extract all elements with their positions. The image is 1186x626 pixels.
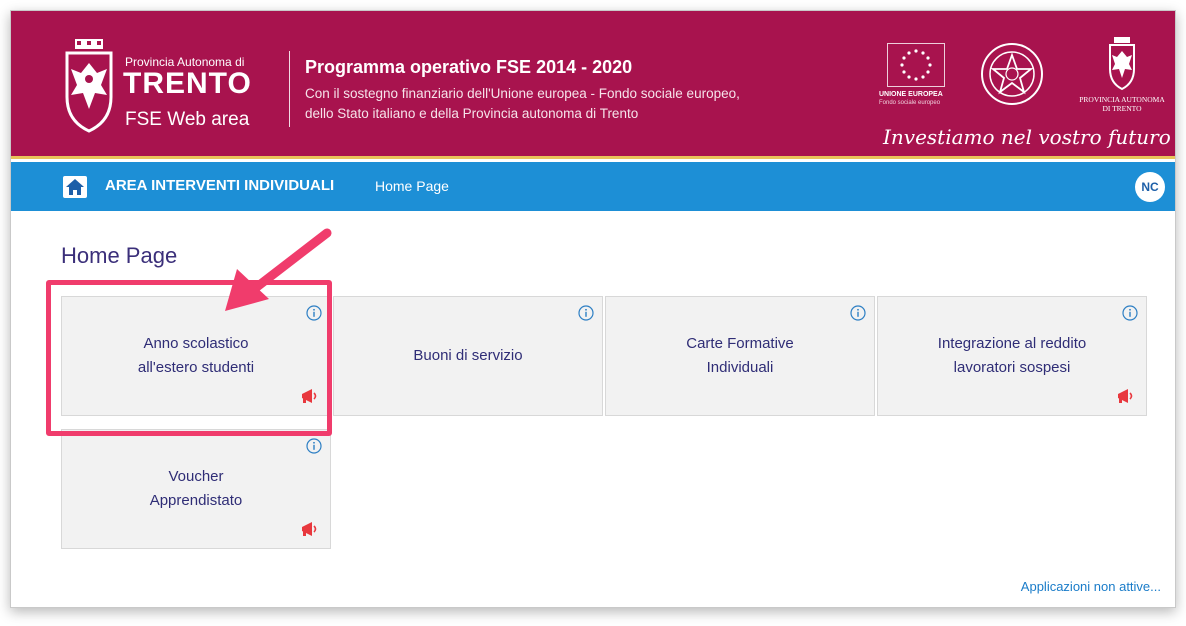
tile-integrazione-reddito[interactable]: Integrazione al reddito lavoratori sospe… xyxy=(877,296,1147,416)
eu-flag-icon xyxy=(887,43,945,87)
brand-title: TRENTO xyxy=(123,67,252,100)
brand-divider xyxy=(289,51,290,127)
eu-label: UNIONE EUROPEA xyxy=(879,91,943,98)
provincia-logo: PROVINCIA AUTONOMA DI TRENTO xyxy=(1075,37,1169,113)
tile-label: Carte Formative Individuali xyxy=(686,335,794,376)
brand-logo[interactable]: Provincia Autonoma di TRENTO FSE Web are… xyxy=(63,39,283,135)
user-avatar[interactable]: NC xyxy=(1135,172,1165,202)
program-info: Programma operativo FSE 2014 - 2020 Con … xyxy=(305,57,740,124)
tile-label: Voucher Apprendistato xyxy=(149,468,243,509)
tile-carte-formative[interactable]: Carte Formative Individuali xyxy=(605,296,875,416)
program-line-2: dello Stato italiano e della Provincia a… xyxy=(305,106,639,121)
slogan: Investiamo nel vostro futuro xyxy=(883,125,1171,149)
info-icon[interactable] xyxy=(850,305,866,321)
provincia-crest-icon xyxy=(1109,37,1135,91)
navigation-bar: AREA INTERVENTI INDIVIDUALI Home Page NC xyxy=(11,162,1175,211)
megaphone-icon xyxy=(1118,389,1133,403)
tile-voucher-apprendistato[interactable]: Voucher Apprendistato xyxy=(61,429,331,549)
app-window: Provincia Autonoma di TRENTO FSE Web are… xyxy=(10,10,1176,608)
eu-sublabel: Fondo sociale europeo xyxy=(879,100,941,106)
info-icon[interactable] xyxy=(1122,305,1138,321)
info-icon[interactable] xyxy=(578,305,594,321)
tile-label: Buoni di servizio xyxy=(413,347,523,364)
eagle-crest-icon xyxy=(65,39,113,133)
tile-label: Integrazione al reddito lavoratori sospe… xyxy=(937,335,1087,376)
brand-subtitle: FSE Web area xyxy=(125,109,250,130)
program-line-1: Con il sostegno finanziario dell'Unione … xyxy=(305,86,740,101)
inactive-apps-link[interactable]: Applicazioni non attive... xyxy=(1021,579,1161,594)
provincia-label: PROVINCIA AUTONOMA DI TRENTO xyxy=(1079,95,1165,113)
tile-buoni-servizio[interactable]: Buoni di servizio xyxy=(333,296,603,416)
partner-logos: UNIONE EUROPEA Fondo sociale europeo PRO… xyxy=(879,37,1171,153)
highlight-box xyxy=(46,280,332,436)
page-title: Home Page xyxy=(61,243,178,268)
site-header: Provincia Autonoma di TRENTO FSE Web are… xyxy=(11,11,1175,159)
megaphone-icon xyxy=(302,522,317,536)
home-button[interactable] xyxy=(63,176,87,198)
eu-logo: UNIONE EUROPEA Fondo sociale europeo xyxy=(879,37,957,111)
program-title: Programma operativo FSE 2014 - 2020 xyxy=(305,57,633,77)
nav-area-title[interactable]: AREA INTERVENTI INDIVIDUALI xyxy=(105,177,334,194)
breadcrumb-page: Home Page xyxy=(375,178,449,194)
home-icon xyxy=(66,179,84,195)
info-icon[interactable] xyxy=(306,438,322,454)
italian-republic-emblem-icon xyxy=(981,43,1043,105)
